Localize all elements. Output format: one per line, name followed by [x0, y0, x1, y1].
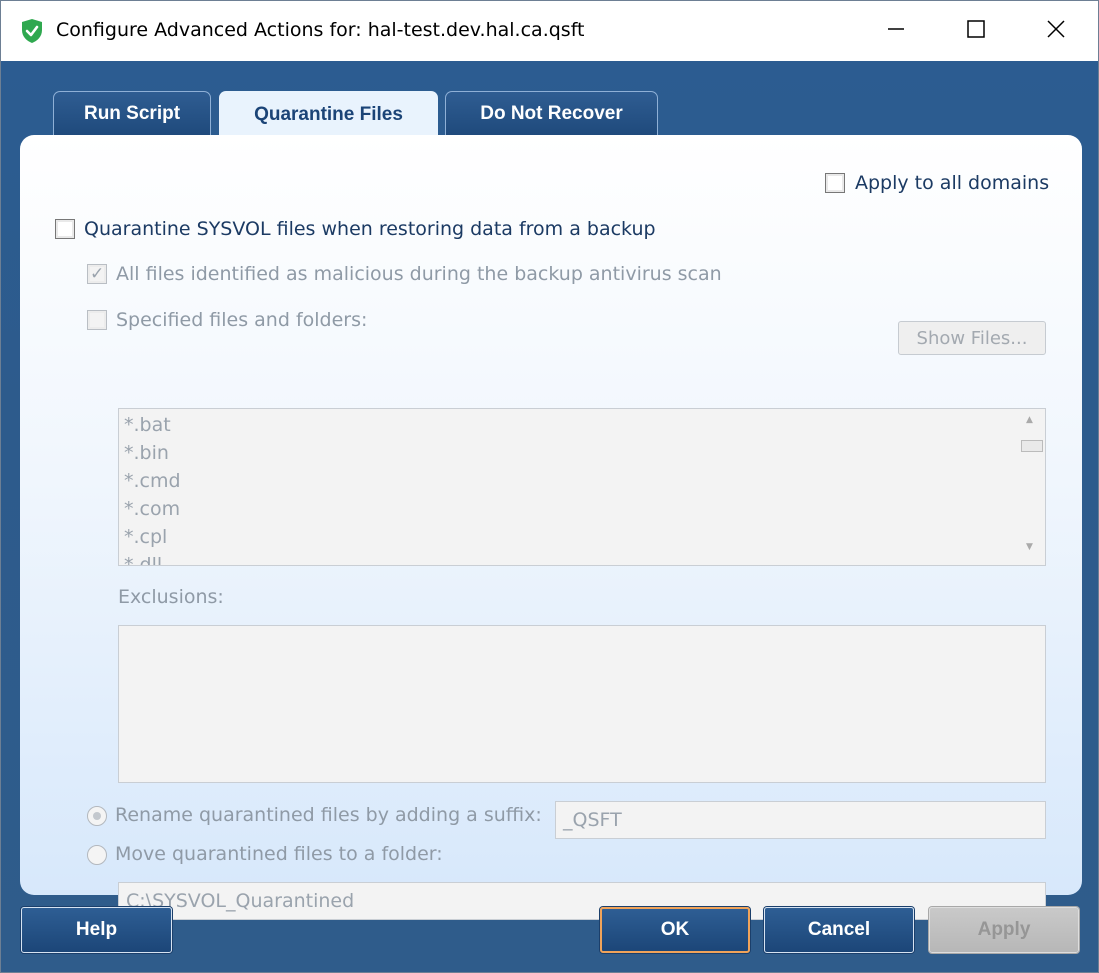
tab-run-script[interactable]: Run Script — [53, 91, 211, 135]
list-item[interactable]: *.cmd — [124, 469, 1045, 497]
close-icon — [1046, 19, 1066, 43]
dialog-window: Configure Advanced Actions for: hal-test… — [0, 0, 1099, 973]
list-item[interactable]: *.com — [124, 497, 1045, 525]
radio-selected-dot — [93, 812, 101, 820]
cancel-button[interactable]: Cancel — [764, 907, 914, 953]
maximize-icon — [966, 19, 986, 43]
rename-suffix-label[interactable]: Rename quarantined files by adding a suf… — [115, 804, 542, 826]
checkmark-icon: ✓ — [90, 264, 105, 284]
move-folder-label[interactable]: Move quarantined files to a folder: — [115, 843, 443, 865]
tab-do-not-recover[interactable]: Do Not Recover — [445, 91, 658, 135]
close-button[interactable] — [1016, 1, 1096, 61]
apply-all-domains-label[interactable]: Apply to all domains — [855, 172, 1049, 194]
file-patterns-list[interactable]: *.bat *.bin *.cmd *.com *.cpl *.dll ▲ ▼ — [118, 408, 1046, 566]
ok-button[interactable]: OK — [600, 907, 750, 953]
list-item[interactable]: *.dll — [124, 553, 1045, 565]
scroll-up-icon[interactable]: ▲ — [1026, 415, 1033, 425]
scroll-thumb[interactable] — [1021, 440, 1043, 452]
exclusions-label: Exclusions: — [118, 586, 224, 608]
title-bar: Configure Advanced Actions for: hal-test… — [1, 1, 1098, 61]
move-folder-radio[interactable] — [87, 845, 107, 865]
dialog-body: Run Script Quarantine Files Do Not Recov… — [1, 61, 1098, 972]
quarantine-panel: Apply to all domains Quarantine SYSVOL f… — [20, 135, 1082, 920]
malicious-files-label[interactable]: All files identified as malicious during… — [116, 263, 722, 285]
rename-suffix-radio[interactable] — [87, 806, 107, 826]
show-files-button[interactable]: Show Files... — [898, 321, 1046, 355]
scroll-down-icon[interactable]: ▼ — [1026, 542, 1033, 552]
minimize-icon — [886, 19, 906, 43]
quarantine-sysvol-checkbox[interactable] — [55, 219, 75, 239]
quarantine-sysvol-label[interactable]: Quarantine SYSVOL files when restoring d… — [84, 218, 656, 240]
minimize-button[interactable] — [856, 1, 936, 61]
window-title: Configure Advanced Actions for: hal-test… — [56, 19, 585, 41]
malicious-files-checkbox[interactable]: ✓ — [87, 264, 107, 284]
suffix-input[interactable]: _QSFT — [555, 801, 1046, 839]
tab-quarantine-files[interactable]: Quarantine Files — [219, 91, 438, 137]
vertical-scrollbar[interactable]: ▲ ▼ — [1017, 409, 1045, 565]
specified-files-label[interactable]: Specified files and folders: — [116, 309, 367, 331]
list-item[interactable]: *.cpl — [124, 525, 1045, 553]
list-item[interactable]: *.bin — [124, 441, 1045, 469]
shield-check-icon — [20, 18, 44, 44]
list-item[interactable]: *.bat — [124, 413, 1045, 441]
apply-button[interactable]: Apply — [929, 907, 1079, 953]
specified-files-checkbox[interactable] — [87, 310, 107, 330]
apply-all-domains-checkbox[interactable] — [825, 173, 845, 193]
exclusions-textarea[interactable] — [118, 625, 1046, 783]
maximize-button[interactable] — [936, 1, 1016, 61]
help-button[interactable]: Help — [21, 907, 172, 953]
